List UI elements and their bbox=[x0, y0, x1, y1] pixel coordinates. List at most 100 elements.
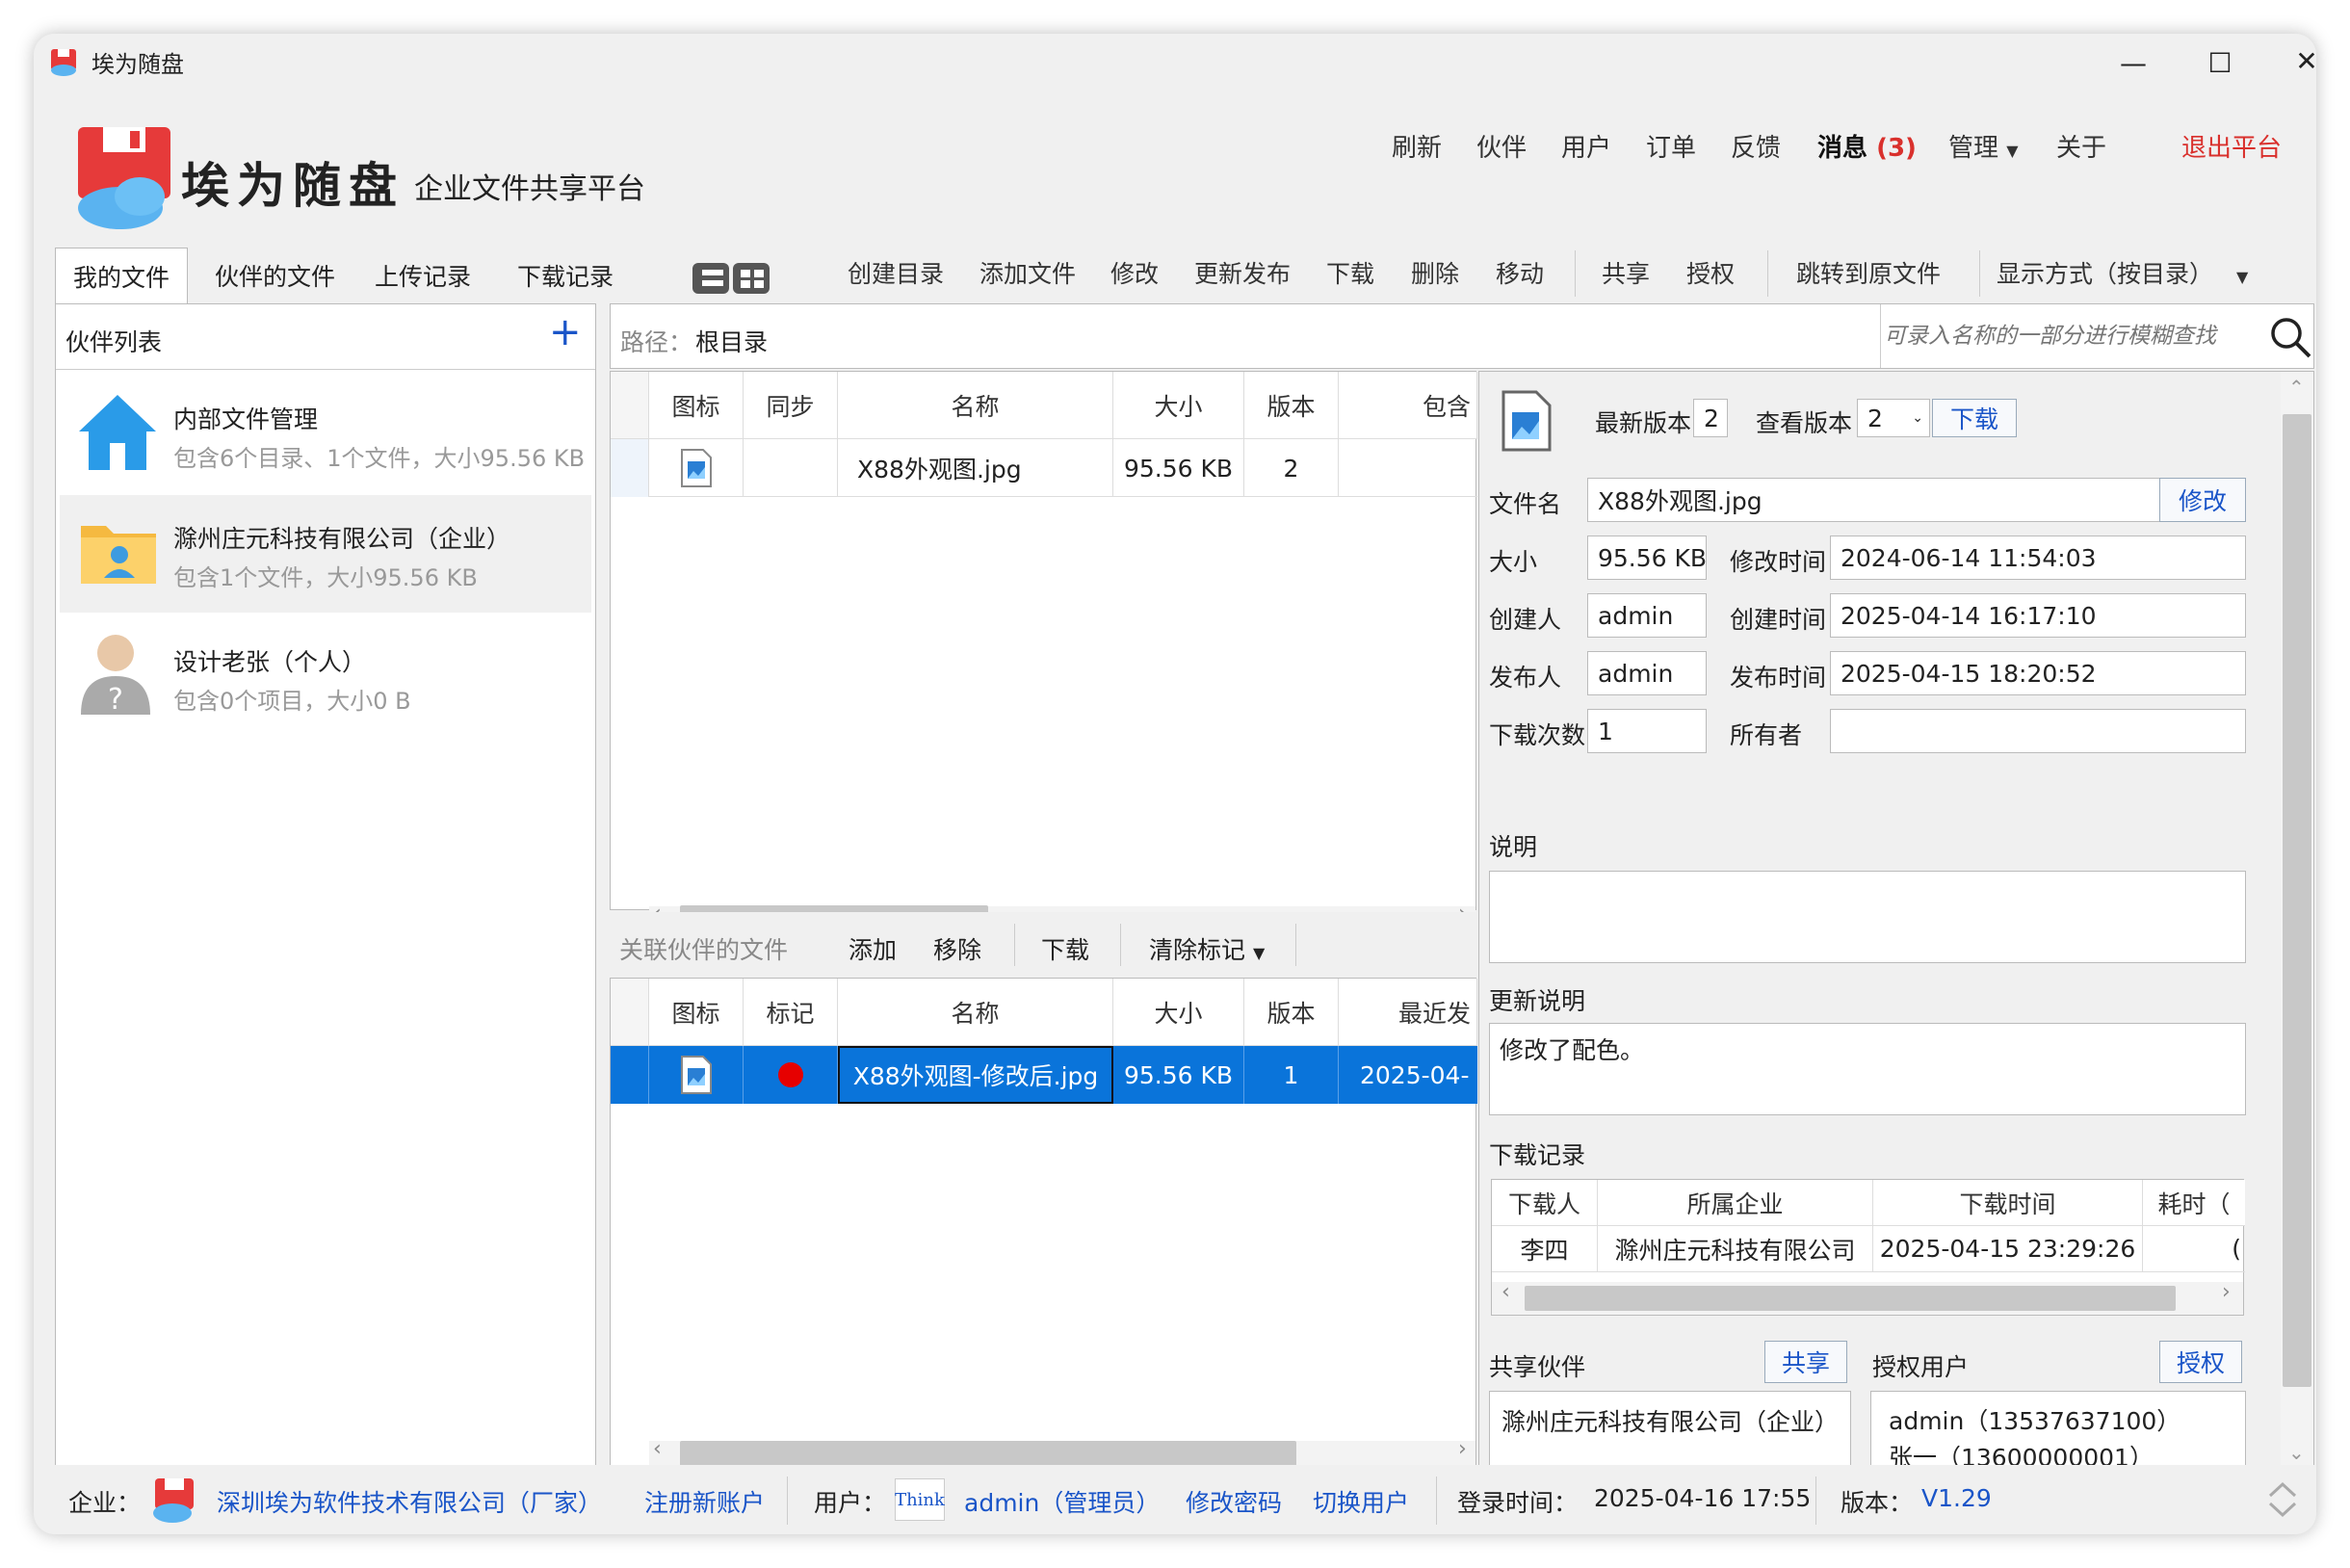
nav-about[interactable]: 关于 bbox=[2056, 128, 2106, 164]
table-row-selected[interactable]: X88外观图-修改后.jpg 95.56 KB 1 2025-04- bbox=[611, 1046, 1477, 1104]
partner-item[interactable]: 内部文件管理 包含6个目录、1个文件，大小95.56 KB bbox=[56, 372, 595, 493]
file-name[interactable]: X88外观图-修改后.jpg bbox=[838, 1046, 1113, 1104]
modify-button[interactable]: 修改 bbox=[1110, 255, 1159, 290]
tab-partner-files[interactable]: 伙伴的文件 bbox=[197, 250, 352, 301]
nav-feedback[interactable]: 反馈 bbox=[1731, 128, 1781, 164]
caret-down-icon: ▼ bbox=[2235, 268, 2249, 286]
search-icon[interactable] bbox=[2269, 316, 2311, 358]
change-password-link[interactable]: 修改密码 bbox=[1186, 1484, 1282, 1519]
close-button[interactable]: ✕ bbox=[2278, 39, 2316, 82]
layout-toggle-icon[interactable] bbox=[691, 259, 773, 298]
tab-upload-records[interactable]: 上传记录 bbox=[357, 250, 488, 301]
col-header[interactable]: 耗时（ bbox=[2143, 1180, 2245, 1226]
resize-grip-icon[interactable] bbox=[2266, 1478, 2299, 1521]
download-button[interactable]: 下载 bbox=[1326, 255, 1374, 290]
clear-mark-label: 清除标记 bbox=[1149, 936, 1246, 964]
nav-manage[interactable]: 管理 ▼ bbox=[1948, 128, 2019, 164]
search-input[interactable] bbox=[1884, 312, 2259, 360]
update-note-field[interactable]: 修改了配色。 bbox=[1489, 1023, 2246, 1115]
ptime-field: 2025-04-15 18:20:52 bbox=[1830, 651, 2246, 695]
partner-item-selected[interactable]: 滁州庄元科技有限公司（企业） 包含1个文件，大小95.56 KB bbox=[60, 495, 591, 613]
filename-field[interactable]: X88外观图.jpg bbox=[1587, 478, 2169, 522]
unknown-user-icon: ? bbox=[81, 635, 150, 717]
list-item[interactable]: admin（13537637100） bbox=[1889, 1403, 2228, 1440]
company-label: 企业： bbox=[68, 1489, 142, 1517]
partner-name: 滁州庄元科技有限公司（企业） bbox=[173, 525, 511, 553]
update-note-label: 更新说明 bbox=[1489, 987, 1586, 1015]
move-button[interactable]: 移动 bbox=[1496, 255, 1544, 290]
register-link[interactable]: 注册新账户 bbox=[644, 1484, 765, 1519]
path-value[interactable]: 根目录 bbox=[695, 324, 768, 358]
col-header[interactable]: 下载时间 bbox=[1873, 1180, 2143, 1226]
update-publish-button[interactable]: 更新发布 bbox=[1194, 255, 1291, 290]
col-header[interactable]: 同步 bbox=[744, 372, 838, 439]
scroll-thumb[interactable] bbox=[2283, 414, 2311, 1387]
jump-original-button[interactable]: 跳转到原文件 bbox=[1796, 255, 1941, 290]
vertical-scrollbar[interactable]: ⌃ ⌄ bbox=[2281, 372, 2313, 1477]
filename-modify-button[interactable]: 修改 bbox=[2159, 478, 2246, 522]
partner-item[interactable]: ? 设计老张（个人） 包含0个项目，大小0 B bbox=[56, 614, 595, 736]
minimize-button[interactable]: — bbox=[2104, 41, 2162, 84]
scroll-left-icon[interactable]: ‹ bbox=[653, 1437, 662, 1461]
col-header[interactable]: 下载人 bbox=[1492, 1180, 1598, 1226]
scroll-thumb[interactable] bbox=[1525, 1286, 2176, 1311]
scroll-right-icon[interactable]: › bbox=[2222, 1280, 2231, 1304]
nav-users[interactable]: 用户 bbox=[1561, 128, 1611, 164]
delete-button[interactable]: 删除 bbox=[1411, 255, 1459, 290]
view-version-select[interactable]: 2 ⌄ bbox=[1857, 399, 1930, 437]
col-header[interactable]: 最近发 bbox=[1339, 979, 1477, 1046]
login-time-label: 登录时间： bbox=[1457, 1489, 1579, 1517]
linked-add-button[interactable]: 添加 bbox=[849, 931, 897, 966]
col-header[interactable]: 名称 bbox=[838, 979, 1113, 1046]
scroll-down-icon[interactable]: ⌄ bbox=[2288, 1441, 2305, 1464]
nav-messages[interactable]: 消息 (3) bbox=[1817, 128, 1917, 164]
switch-user-link[interactable]: 切换用户 bbox=[1313, 1484, 1409, 1519]
col-header[interactable]: 版本 bbox=[1244, 372, 1339, 439]
partner-name: 内部文件管理 bbox=[173, 405, 319, 433]
share-partner-button[interactable]: 共享 bbox=[1764, 1341, 1847, 1383]
authorize-user-button[interactable]: 授权 bbox=[2159, 1341, 2242, 1383]
description-field[interactable] bbox=[1489, 871, 2246, 963]
version-download-button[interactable]: 下载 bbox=[1932, 399, 2017, 437]
clear-mark-dropdown[interactable]: 清除标记 ▼ bbox=[1149, 931, 1265, 966]
create-folder-button[interactable]: 创建目录 bbox=[848, 255, 944, 290]
app-window: 埃为随盘 — ☐ ✕ 埃为随盘 企业文件共享平台 刷新 伙伴 用户 订单 反馈 … bbox=[34, 34, 2316, 1534]
add-partner-button[interactable]: + bbox=[549, 310, 582, 354]
file-name[interactable]: X88外观图.jpg bbox=[838, 439, 1113, 497]
share-button[interactable]: 共享 bbox=[1602, 255, 1650, 290]
col-header[interactable]: 大小 bbox=[1113, 979, 1244, 1046]
share-partners-label: 共享伙伴 bbox=[1489, 1353, 1586, 1381]
partner-desc: 包含0个项目，大小0 B bbox=[173, 688, 411, 715]
current-user[interactable]: admin（管理员） bbox=[964, 1484, 1160, 1519]
linked-download-button[interactable]: 下载 bbox=[1041, 931, 1089, 966]
maximize-button[interactable]: ☐ bbox=[2191, 41, 2249, 84]
col-header[interactable]: 名称 bbox=[838, 372, 1113, 439]
col-header[interactable]: 大小 bbox=[1113, 372, 1244, 439]
col-header[interactable]: 图标 bbox=[649, 372, 744, 439]
linked-remove-button[interactable]: 移除 bbox=[933, 931, 981, 966]
logout-link[interactable]: 退出平台 bbox=[2181, 128, 2282, 164]
col-header[interactable]: 版本 bbox=[1244, 979, 1339, 1046]
scroll-up-icon[interactable]: ⌃ bbox=[2288, 376, 2305, 399]
scroll-right-icon[interactable]: › bbox=[1458, 1437, 1467, 1461]
col-header[interactable]: 图标 bbox=[649, 979, 744, 1046]
list-item[interactable]: 滁州庄元科技有限公司（企业） bbox=[1501, 1403, 1839, 1438]
company-link[interactable]: 深圳埃为软件技术有限公司（厂家） bbox=[217, 1484, 602, 1519]
row-header bbox=[611, 439, 649, 497]
nav-orders[interactable]: 订单 bbox=[1646, 128, 1696, 164]
brand-name: 埃为随盘 bbox=[181, 157, 405, 214]
scroll-left-icon[interactable]: ‹ bbox=[1501, 1280, 1510, 1304]
display-mode-dropdown[interactable]: 显示方式（按目录） ▼ bbox=[1997, 255, 2248, 290]
nav-refresh[interactable]: 刷新 bbox=[1392, 128, 1442, 164]
add-file-button[interactable]: 添加文件 bbox=[979, 255, 1076, 290]
table-row[interactable]: X88外观图.jpg 95.56 KB 2 bbox=[611, 439, 1477, 497]
tab-my-files[interactable]: 我的文件 bbox=[55, 248, 189, 303]
tab-download-records[interactable]: 下载记录 bbox=[500, 250, 631, 301]
authorize-button[interactable]: 授权 bbox=[1686, 255, 1735, 290]
downloads-label: 下载次数 bbox=[1489, 721, 1586, 749]
col-header[interactable]: 包含 bbox=[1339, 372, 1477, 439]
col-header[interactable]: 标记 bbox=[744, 979, 838, 1046]
creator-field: admin bbox=[1587, 593, 1707, 638]
nav-partners[interactable]: 伙伴 bbox=[1476, 128, 1527, 164]
col-header[interactable]: 所属企业 bbox=[1598, 1180, 1873, 1226]
